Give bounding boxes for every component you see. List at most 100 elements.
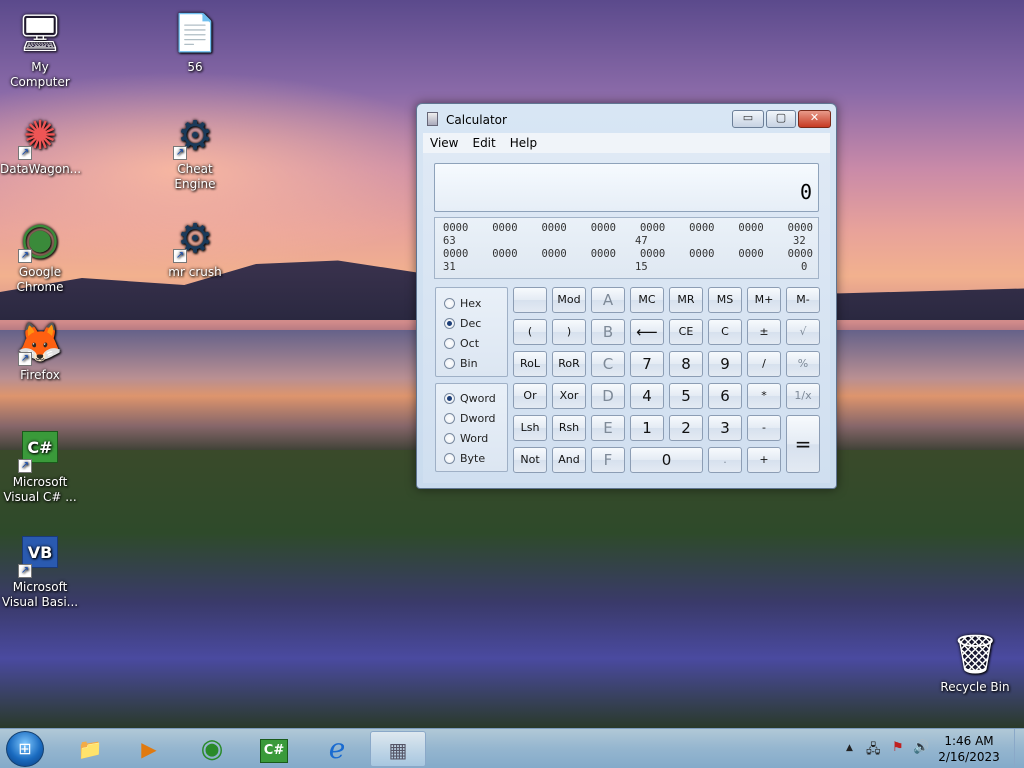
plus-minus-key[interactable]: ± [747, 319, 781, 345]
right-paren-key[interactable]: ) [552, 319, 586, 345]
left-paren-key[interactable]: ( [513, 319, 547, 345]
sqrt-key[interactable]: √ [786, 319, 820, 345]
clear-key[interactable]: C [708, 319, 742, 345]
mc-key[interactable]: MC [630, 287, 664, 313]
bit-group[interactable]: 0000 [541, 248, 566, 260]
maximize-button[interactable]: ▢ [766, 110, 796, 128]
bit-group[interactable]: 0000 [689, 222, 714, 234]
m-minus-key[interactable]: M- [786, 287, 820, 313]
bit-group[interactable]: 0000 [640, 248, 665, 260]
bit-group[interactable]: 0000 [443, 248, 468, 260]
multiply-key[interactable]: * [747, 383, 781, 409]
digit-6-key[interactable]: 6 [708, 383, 742, 409]
bit-group[interactable]: 0000 [640, 222, 665, 234]
start-button[interactable]: ⊞ [6, 731, 44, 767]
desktop-icon-visual-csharp[interactable]: C# ↗ Microsoft Visual C# ... [0, 425, 80, 505]
rol-key[interactable]: RoL [513, 351, 547, 377]
digit-4-key[interactable]: 4 [630, 383, 664, 409]
bit-group[interactable]: 0000 [591, 248, 616, 260]
desktop-icon-recycle-bin[interactable]: 🗑 Recycle Bin [935, 630, 1015, 695]
radio-word[interactable]: Word [444, 432, 488, 445]
plus-key[interactable]: + [747, 447, 781, 473]
hex-f-key[interactable]: F [591, 447, 625, 473]
decimal-key[interactable]: . [708, 447, 742, 473]
reciprocal-key[interactable]: 1/x [786, 383, 820, 409]
desktop-icon-cheat-engine[interactable]: ⚙ ↗ Cheat Engine [155, 112, 235, 192]
taskbar-calculator[interactable]: ▦ [370, 731, 426, 767]
taskbar-explorer[interactable]: 📁 [62, 731, 118, 767]
bit-group[interactable]: 0000 [689, 248, 714, 260]
radio-qword[interactable]: Qword [444, 392, 496, 405]
title-bar[interactable]: Calculator ▭ ▢ ✕ [417, 104, 836, 132]
hex-d-key[interactable]: D [591, 383, 625, 409]
and-key[interactable]: And [552, 447, 586, 473]
taskbar-visual-csharp[interactable]: C# [246, 731, 302, 767]
desktop-icon-my-computer[interactable]: 🖥 My Computer [0, 10, 80, 90]
desktop-icon-mr-crush[interactable]: ⚙ ↗ mr crush [155, 215, 235, 280]
radio-dec[interactable]: Dec [444, 317, 481, 330]
bit-group[interactable]: 0000 [591, 222, 616, 234]
menu-edit[interactable]: Edit [465, 136, 502, 150]
digit-0-key[interactable]: 0 [630, 447, 703, 473]
bit-group[interactable]: 0000 [738, 222, 763, 234]
digit-1-key[interactable]: 1 [630, 415, 664, 441]
radio-dword[interactable]: Dword [444, 412, 496, 425]
network-icon[interactable]: 🖧 [866, 740, 881, 762]
desktop-icon-firefox[interactable]: 🦊 ↗ Firefox [0, 318, 80, 383]
radio-hex[interactable]: Hex [444, 297, 481, 310]
taskbar-internet-explorer[interactable]: e [309, 731, 365, 767]
hex-c-key[interactable]: C [591, 351, 625, 377]
close-button[interactable]: ✕ [798, 110, 831, 128]
ce-key[interactable]: CE [669, 319, 703, 345]
mr-key[interactable]: MR [669, 287, 703, 313]
hex-b-key[interactable]: B [591, 319, 625, 345]
digit-9-key[interactable]: 9 [708, 351, 742, 377]
digit-7-key[interactable]: 7 [630, 351, 664, 377]
bit-group[interactable]: 0000 [788, 248, 813, 260]
hex-e-key[interactable]: E [591, 415, 625, 441]
desktop-icon-datawagon[interactable]: ✺ ↗ DataWagon... [0, 112, 81, 177]
radio-byte[interactable]: Byte [444, 452, 485, 465]
percent-key[interactable]: % [786, 351, 820, 377]
digit-2-key[interactable]: 2 [669, 415, 703, 441]
desktop-icon-google-chrome[interactable]: ◉ ↗ Google Chrome [0, 215, 80, 295]
radio-oct[interactable]: Oct [444, 337, 479, 350]
taskbar-chrome[interactable]: ◉ [184, 731, 240, 767]
show-hidden-icons-icon[interactable]: ▲ [846, 743, 853, 753]
menu-view[interactable]: View [423, 136, 465, 150]
visual-csharp-icon: C# ↗ [16, 425, 64, 473]
action-center-flag-icon[interactable]: ⚑ [892, 740, 904, 755]
bit-group[interactable]: 0000 [492, 248, 517, 260]
not-key[interactable]: Not [513, 447, 547, 473]
bit-group[interactable]: 0000 [443, 222, 468, 234]
minus-key[interactable]: - [747, 415, 781, 441]
bit-group[interactable]: 0000 [492, 222, 517, 234]
ms-key[interactable]: MS [708, 287, 742, 313]
bit-group[interactable]: 0000 [541, 222, 566, 234]
digit-3-key[interactable]: 3 [708, 415, 742, 441]
equals-key[interactable]: = [786, 415, 820, 473]
show-desktop-button[interactable] [1014, 729, 1024, 768]
lsh-key[interactable]: Lsh [513, 415, 547, 441]
mod-key[interactable]: Mod [552, 287, 586, 313]
bit-group[interactable]: 0000 [738, 248, 763, 260]
or-key[interactable]: Or [513, 383, 547, 409]
desktop-icon-visual-basic[interactable]: VB ↗ Microsoft Visual Basi... [0, 530, 80, 610]
digit-8-key[interactable]: 8 [669, 351, 703, 377]
m-plus-key[interactable]: M+ [747, 287, 781, 313]
rsh-key[interactable]: Rsh [552, 415, 586, 441]
radio-bin[interactable]: Bin [444, 357, 478, 370]
menu-help[interactable]: Help [503, 136, 544, 150]
bit-group[interactable]: 0000 [788, 222, 813, 234]
minimize-button[interactable]: ▭ [732, 110, 764, 128]
hex-a-key[interactable]: A [591, 287, 625, 313]
digit-5-key[interactable]: 5 [669, 383, 703, 409]
volume-icon[interactable]: 🔊 [913, 740, 929, 755]
desktop-icon-56[interactable]: 📄 56 [155, 10, 235, 75]
xor-key[interactable]: Xor [552, 383, 586, 409]
ror-key[interactable]: RoR [552, 351, 586, 377]
system-clock[interactable]: 1:46 AM 2/16/2023 [929, 733, 1009, 765]
taskbar-media-player[interactable]: ▶ [121, 731, 177, 767]
divide-key[interactable]: / [747, 351, 781, 377]
backspace-key[interactable]: ⟵ [630, 319, 664, 345]
